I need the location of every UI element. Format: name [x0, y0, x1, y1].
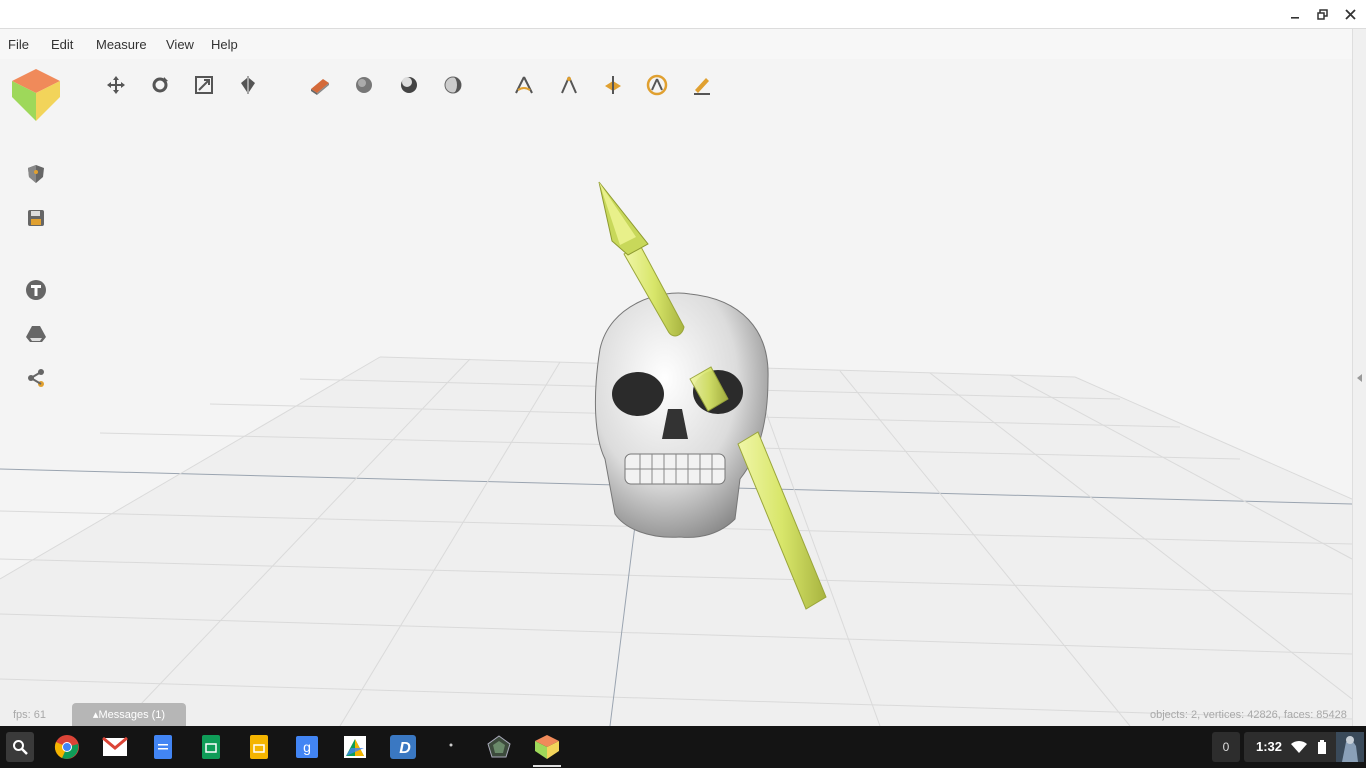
taskbar: g D 0 1:32	[0, 726, 1366, 768]
slides-icon	[250, 735, 268, 759]
sheets-icon	[202, 735, 220, 759]
google-icon: g	[296, 736, 318, 758]
menu-measure[interactable]: Measure	[96, 37, 147, 52]
ruler-pencil-button[interactable]	[690, 73, 714, 97]
pentagon-app-icon	[487, 735, 511, 758]
drive-icon	[344, 736, 366, 758]
notification-count[interactable]: 0	[1212, 732, 1240, 762]
restore-icon	[1316, 8, 1328, 20]
close-icon	[1344, 8, 1356, 20]
xray-shading-icon	[444, 76, 462, 94]
sidebar-item-save[interactable]	[24, 206, 48, 230]
taskbar-chrome[interactable]	[53, 733, 81, 761]
battery-icon	[1318, 740, 1326, 754]
taskbar-drive[interactable]	[341, 733, 369, 761]
smooth-shading-button[interactable]	[352, 73, 376, 97]
dictionary-icon: D	[390, 735, 416, 759]
smooth-shading-icon	[356, 77, 372, 93]
xray-shading-button[interactable]	[441, 73, 465, 97]
mirror-tool-button[interactable]	[236, 73, 260, 97]
taskbar-pentagon-app[interactable]	[485, 733, 513, 761]
system-tray[interactable]: 1:32	[1244, 732, 1338, 762]
launcher-search-button[interactable]	[6, 732, 34, 762]
ghost-icon	[449, 743, 453, 747]
taskbar-3d-viewer[interactable]	[533, 733, 561, 761]
scene-stats: objects: 2, vertices: 42826, faces: 8542…	[1150, 709, 1347, 721]
cube-logo-icon	[12, 69, 60, 121]
close-button[interactable]	[1339, 4, 1361, 24]
clock: 1:32	[1256, 739, 1283, 754]
move-icon	[107, 76, 125, 94]
solid-layers-button[interactable]	[308, 73, 332, 97]
search-icon	[13, 740, 28, 755]
svg-text:D: D	[399, 740, 411, 757]
share-icon	[28, 369, 44, 387]
active-app-indicator	[533, 765, 561, 767]
rotate-icon	[152, 77, 168, 93]
taskbar-dictionary[interactable]: D	[389, 733, 417, 761]
docs-icon	[154, 735, 172, 759]
glossy-shading-icon	[401, 77, 417, 93]
svg-text:g: g	[303, 739, 311, 755]
wifi-icon	[1291, 740, 1307, 753]
glossy-shading-button[interactable]	[397, 73, 421, 97]
taskbar-slides[interactable]	[245, 733, 273, 761]
menu-view[interactable]: View	[166, 37, 194, 52]
distance-measure-button[interactable]	[557, 73, 581, 97]
distance-measure-icon	[561, 76, 577, 94]
taskbar-docs[interactable]	[149, 733, 177, 761]
taskbar-gmail[interactable]	[101, 733, 129, 761]
scale-icon	[195, 76, 213, 94]
taskbar-ghost[interactable]	[437, 733, 465, 761]
chrome-icon	[54, 735, 79, 759]
move-tool-button[interactable]	[104, 73, 128, 97]
menu-file[interactable]: File	[8, 37, 29, 52]
app-logo	[10, 67, 62, 123]
rotate-tool-button[interactable]	[148, 73, 172, 97]
scale-tool-button[interactable]	[192, 73, 216, 97]
angle-measure-icon	[515, 76, 533, 94]
minimize-button[interactable]	[1284, 4, 1306, 24]
messages-button[interactable]: ▴Messages (1)	[72, 703, 186, 726]
ruler-pencil-icon	[694, 78, 710, 95]
window-titlebar	[0, 0, 1366, 29]
taskbar-sheets[interactable]	[197, 733, 225, 761]
scrollbar[interactable]	[1352, 29, 1366, 726]
sidebar-item-shield[interactable]	[24, 162, 48, 186]
sidebar-item-drive[interactable]	[24, 322, 48, 346]
minimize-icon	[1291, 17, 1299, 19]
plane-measure-button[interactable]	[601, 73, 625, 97]
menu-edit[interactable]: Edit	[51, 37, 73, 52]
menu-help[interactable]: Help	[211, 37, 238, 52]
shield-icon	[28, 165, 44, 183]
plane-measure-icon	[605, 76, 621, 94]
collapse-arrow-icon[interactable]	[1353, 371, 1366, 385]
solid-layers-icon	[311, 79, 329, 95]
mirror-icon	[241, 76, 255, 94]
avatar[interactable]	[1336, 732, 1364, 762]
angle-measure-button[interactable]	[512, 73, 536, 97]
menu-bar: File Edit Measure View Help	[0, 29, 1352, 59]
save-icon	[28, 210, 44, 226]
taskbar-google[interactable]: g	[293, 733, 321, 761]
gmail-icon	[102, 737, 128, 756]
drive-icon	[26, 326, 46, 342]
radius-measure-icon	[646, 74, 668, 96]
scene-canvas[interactable]	[0, 59, 1352, 726]
text-icon	[26, 280, 46, 300]
sidebar-item-share[interactable]	[24, 366, 48, 390]
fps-counter: fps: 61	[13, 709, 47, 721]
user-avatar-icon	[1336, 732, 1364, 762]
3d-viewport[interactable]	[0, 59, 1352, 726]
radius-measure-button[interactable]	[645, 73, 669, 97]
restore-button[interactable]	[1311, 4, 1333, 24]
sidebar-item-text[interactable]	[24, 278, 48, 302]
3d-viewer-icon	[535, 735, 559, 759]
